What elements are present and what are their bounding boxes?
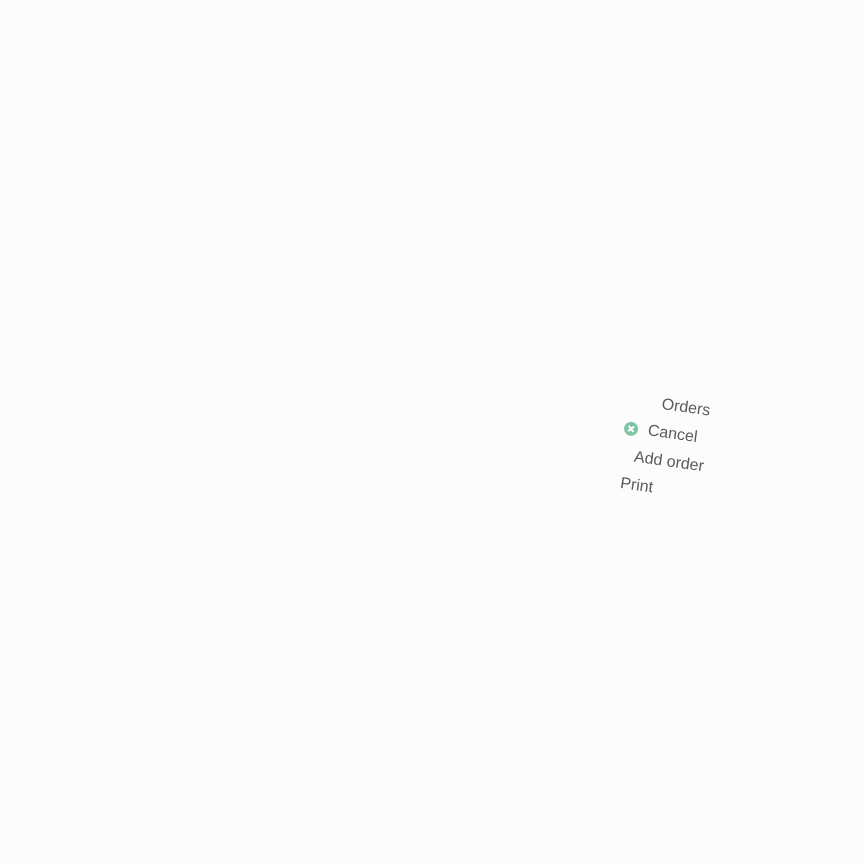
- close-circle-icon: [623, 420, 639, 437]
- menu-item-label: Print: [619, 474, 655, 497]
- context-menu: Orders Cancel Add order Print: [612, 386, 731, 511]
- menu-item-label: Cancel: [646, 422, 699, 447]
- menu-item-label: Add order: [632, 448, 705, 476]
- page-canvas: Orders Cancel Add order Print: [0, 0, 864, 864]
- menu-item-label: Orders: [660, 395, 712, 420]
